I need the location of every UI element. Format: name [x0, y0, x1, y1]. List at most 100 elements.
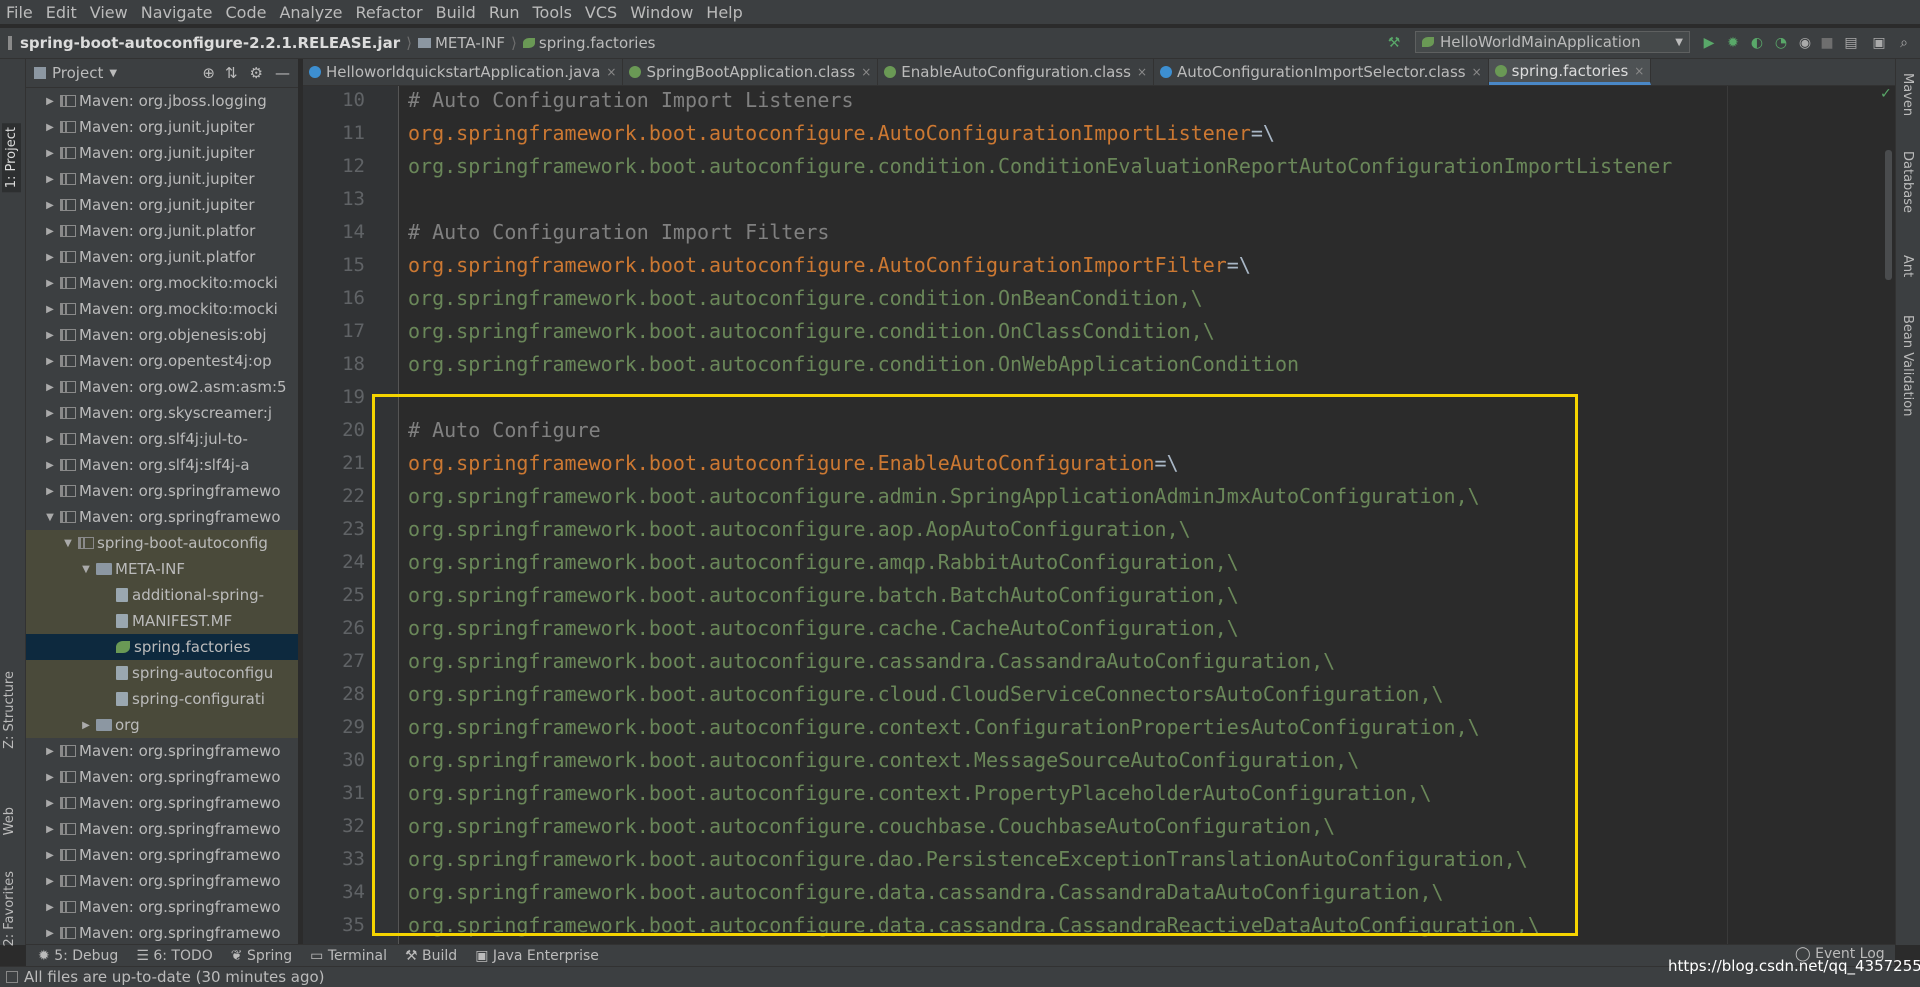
project-panel-title[interactable]: Project — [52, 64, 103, 82]
run-configuration-select[interactable]: HelloWorldMainApplication ▼ — [1415, 31, 1690, 53]
tree-item[interactable]: additional-spring- — [26, 582, 298, 608]
tree-item[interactable]: ▼ Maven: org.springframewo — [26, 504, 298, 530]
tree-item[interactable]: ▶ Maven: org.springframewo — [26, 894, 298, 920]
chevron-right-icon[interactable]: ▶ — [44, 356, 56, 367]
editor-tab[interactable]: HelloworldquickstartApplication.java × — [303, 59, 624, 85]
tree-item[interactable]: ▶ Maven: org.springframewo — [26, 738, 298, 764]
chevron-right-icon[interactable]: ▶ — [44, 902, 56, 913]
tool-window-database[interactable]: Database — [1900, 151, 1915, 213]
chevron-right-icon[interactable]: ▶ — [44, 772, 56, 783]
tree-item[interactable]: ▶ org — [26, 712, 298, 738]
tree-item[interactable]: ▶ Maven: org.skyscreamer:j — [26, 400, 298, 426]
profile-icon[interactable]: ◔ — [1772, 34, 1790, 52]
chevron-right-icon[interactable]: ▶ — [44, 174, 56, 185]
close-icon[interactable]: × — [1634, 64, 1644, 78]
tree-item[interactable]: ▶ Maven: org.springframewo — [26, 920, 298, 945]
chevron-right-icon[interactable]: ▶ — [44, 408, 56, 419]
tool-window-web[interactable]: Web — [2, 807, 17, 835]
chevron-right-icon[interactable]: ▶ — [44, 122, 56, 133]
tool-window-debug[interactable]: ✹ 5: Debug — [38, 948, 118, 964]
editor-scrollbar[interactable] — [1885, 150, 1892, 280]
chevron-right-icon[interactable]: ▶ — [44, 850, 56, 861]
tree-item[interactable]: spring.factories — [26, 634, 298, 660]
tool-window-project[interactable]: 1: Project — [2, 123, 21, 193]
chevron-right-icon[interactable]: ▶ — [44, 798, 56, 809]
chevron-right-icon[interactable]: ▶ — [44, 928, 56, 939]
chevron-down-icon[interactable]: ▼ — [80, 564, 92, 575]
menu-navigate[interactable]: Navigate — [135, 3, 220, 22]
tree-item[interactable]: ▶ Maven: org.springframewo — [26, 816, 298, 842]
tool-window-todo[interactable]: ☰ 6: TODO — [136, 948, 212, 964]
editor-tab[interactable]: spring.factories × — [1488, 59, 1652, 85]
tree-item[interactable]: spring-autoconfigu — [26, 660, 298, 686]
tree-item[interactable]: ▶ Maven: org.springframewo — [26, 478, 298, 504]
tree-item[interactable]: ▶ Maven: org.opentest4j:op — [26, 348, 298, 374]
close-icon[interactable]: × — [1137, 65, 1147, 79]
tree-item[interactable]: ▶ Maven: org.junit.jupiter — [26, 166, 298, 192]
tree-item[interactable]: ▶ Maven: org.junit.platfor — [26, 244, 298, 270]
menu-help[interactable]: Help — [700, 3, 749, 22]
hammer-icon[interactable]: ⚒ — [1385, 34, 1403, 52]
editor-tab[interactable]: EnableAutoConfiguration.class × — [878, 59, 1154, 85]
chevron-down-icon[interactable]: ▼ — [62, 538, 74, 549]
tool-window-maven[interactable]: Maven — [1900, 73, 1915, 116]
tree-item[interactable]: spring-configurati — [26, 686, 298, 712]
chevron-right-icon[interactable]: ▶ — [44, 278, 56, 289]
tool-window-favorites[interactable]: 2: Favorites — [2, 871, 17, 947]
chevron-right-icon[interactable]: ▶ — [44, 486, 56, 497]
tree-item[interactable]: ▶ Maven: org.springframewo — [26, 764, 298, 790]
run-icon[interactable]: ▶ — [1700, 34, 1718, 52]
menu-vcs[interactable]: VCS — [579, 3, 624, 22]
chevron-right-icon[interactable]: ▶ — [44, 824, 56, 835]
tree-item[interactable]: ▶ Maven: org.jboss.logging — [26, 88, 298, 114]
chevron-down-icon[interactable]: ▼ — [109, 68, 117, 79]
search-icon[interactable]: ⌕ — [1895, 34, 1913, 52]
chevron-right-icon[interactable]: ▶ — [44, 252, 56, 263]
menu-build[interactable]: Build — [430, 3, 483, 22]
tree-item[interactable]: ▶ Maven: org.mockito:mocki — [26, 270, 298, 296]
menu-view[interactable]: View — [84, 3, 135, 22]
tool-window-terminal[interactable]: ▭ Terminal — [310, 948, 387, 964]
close-icon[interactable]: × — [861, 65, 871, 79]
tree-item[interactable]: ▶ Maven: org.objenesis:obj — [26, 322, 298, 348]
chevron-right-icon[interactable]: ▶ — [44, 304, 56, 315]
tree-item[interactable]: ▶ Maven: org.junit.jupiter — [26, 114, 298, 140]
chevron-right-icon[interactable]: ▶ — [44, 148, 56, 159]
tree-item[interactable]: ▶ Maven: org.junit.jupiter — [26, 192, 298, 218]
locate-icon[interactable]: ⊕ — [202, 64, 215, 82]
menu-edit[interactable]: Edit — [40, 3, 84, 22]
menu-code[interactable]: Code — [220, 3, 274, 22]
chevron-right-icon[interactable]: ▶ — [44, 226, 56, 237]
editor-tab[interactable]: SpringBootApplication.class × — [623, 59, 879, 85]
tree-item[interactable]: ▶ Maven: org.springframewo — [26, 842, 298, 868]
menu-window[interactable]: Window — [624, 3, 700, 22]
close-icon[interactable]: × — [1472, 65, 1482, 79]
minimize-icon[interactable]: — — [275, 64, 290, 82]
tool-window-structure[interactable]: Z: Structure — [2, 671, 17, 749]
tree-item[interactable]: ▶ Maven: org.ow2.asm:asm:5 — [26, 374, 298, 400]
chevron-right-icon[interactable]: ▶ — [44, 382, 56, 393]
menu-file[interactable]: File — [0, 3, 40, 22]
gear-icon[interactable]: ⚙ — [250, 64, 263, 82]
tree-item[interactable]: MANIFEST.MF — [26, 608, 298, 634]
layout-icon[interactable]: ▣ — [1870, 34, 1888, 52]
tree-item[interactable]: ▶ Maven: org.junit.platfor — [26, 218, 298, 244]
chevron-right-icon[interactable]: ▶ — [44, 434, 56, 445]
tree-item[interactable]: ▶ Maven: org.slf4j:jul-to- — [26, 426, 298, 452]
close-icon[interactable]: × — [606, 65, 616, 79]
chevron-right-icon[interactable]: ▶ — [44, 330, 56, 341]
tree-item[interactable]: ▶ Maven: org.junit.jupiter — [26, 140, 298, 166]
menu-refactor[interactable]: Refactor — [350, 3, 430, 22]
build-project-icon[interactable]: ◉ — [1796, 34, 1814, 52]
menu-tools[interactable]: Tools — [527, 3, 579, 22]
tool-window-java-enterprise[interactable]: ▣ Java Enterprise — [475, 948, 599, 964]
menu-run[interactable]: Run — [483, 3, 527, 22]
chevron-down-icon[interactable]: ▼ — [44, 512, 56, 523]
tree-item[interactable]: ▶ Maven: org.slf4j:slf4j-a — [26, 452, 298, 478]
tree-item[interactable]: ▶ Maven: org.springframewo — [26, 790, 298, 816]
tree-item[interactable]: ▶ Maven: org.mockito:mocki — [26, 296, 298, 322]
breadcrumb-folder[interactable]: META-INF — [435, 34, 505, 52]
tool-window-bean-validation[interactable]: Bean Validation — [1900, 315, 1915, 416]
chevron-right-icon[interactable]: ▶ — [44, 460, 56, 471]
breadcrumb-jar[interactable]: spring-boot-autoconfigure-2.2.1.RELEASE.… — [20, 34, 400, 52]
